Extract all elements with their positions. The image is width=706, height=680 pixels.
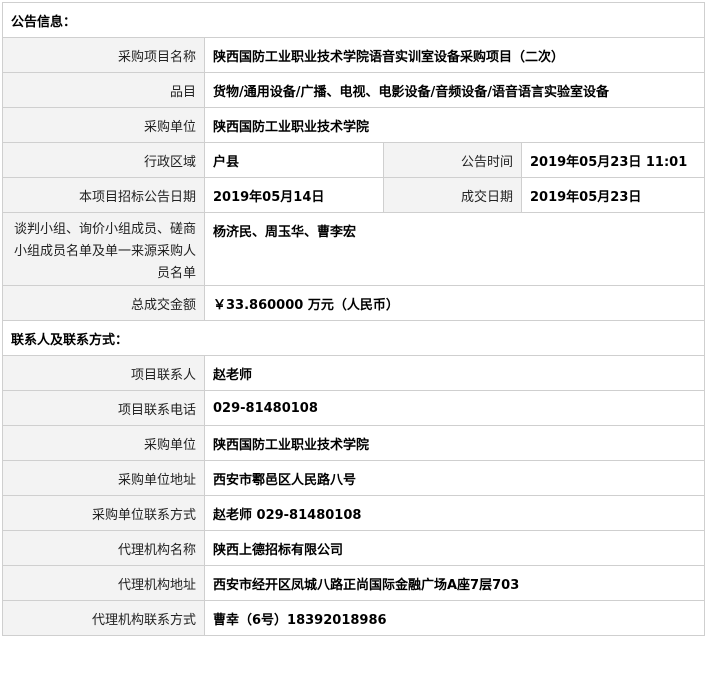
tender-date-value: 2019年05月14日	[204, 177, 384, 213]
project-name-value: 陕西国防工业职业技术学院语音实训室设备采购项目（二次）	[203, 37, 706, 73]
row-agency-address: 代理机构地址 西安市经开区凤城八路正尚国际金融广场A座7层703	[2, 565, 706, 601]
field-label: 公告时间	[383, 142, 522, 178]
field-label: 代理机构名称	[2, 530, 205, 566]
project-phone-value: 029-81480108	[203, 390, 706, 426]
announcement-table: 公告信息： 采购项目名称 陕西国防工业职业技术学院语音实训室设备采购项目（二次）…	[1, 2, 706, 636]
total-amount-value: ￥33.860000 万元（人民币）	[203, 285, 706, 321]
row-purchaser: 采购单位 陕西国防工业职业技术学院	[2, 107, 706, 143]
field-label: 谈判小组、询价小组成员、磋商小组成员名单及单一来源采购人员名单	[2, 212, 205, 286]
field-label: 采购单位地址	[2, 460, 205, 496]
field-label: 采购项目名称	[2, 37, 205, 73]
field-label: 行政区域	[2, 142, 205, 178]
contact-purchaser-value: 陕西国防工业职业技术学院	[203, 425, 706, 461]
field-label: 代理机构联系方式	[2, 600, 205, 636]
row-purchaser-contact: 采购单位联系方式 赵老师 029-81480108	[2, 495, 706, 531]
row-agency-name: 代理机构名称 陕西上德招标有限公司	[2, 530, 706, 566]
agency-address-value: 西安市经开区凤城八路正尚国际金融广场A座7层703	[203, 565, 706, 601]
field-label: 项目联系人	[2, 355, 205, 391]
row-category: 品目 货物/通用设备/广播、电视、电影设备/音频设备/语音语言实验室设备	[2, 72, 706, 108]
row-total-amount: 总成交金额 ￥33.860000 万元（人民币）	[2, 285, 706, 321]
panel-members-value: 杨济民、周玉华、曹李宏	[203, 212, 706, 286]
field-label: 采购单位	[2, 107, 205, 143]
section-header-contact: 联系人及联系方式：	[1, 320, 706, 356]
field-label: 代理机构地址	[2, 565, 205, 601]
agency-contact-value: 曹幸（6号）18392018986	[203, 600, 706, 636]
agency-name-value: 陕西上德招标有限公司	[203, 530, 706, 566]
section-title: 联系人及联系方式：	[1, 320, 706, 356]
row-agency-contact: 代理机构联系方式 曹幸（6号）18392018986	[2, 600, 706, 636]
field-label: 本项目招标公告日期	[2, 177, 205, 213]
field-label: 成交日期	[383, 177, 522, 213]
section-title: 公告信息：	[1, 2, 706, 38]
deal-date-value: 2019年05月23日	[520, 177, 706, 213]
row-project-phone: 项目联系电话 029-81480108	[2, 390, 706, 426]
field-label: 采购单位联系方式	[2, 495, 205, 531]
field-label: 采购单位	[2, 425, 205, 461]
project-contact-value: 赵老师	[203, 355, 706, 391]
category-value: 货物/通用设备/广播、电视、电影设备/音频设备/语音语言实验室设备	[203, 72, 706, 108]
region-value: 户县	[204, 142, 384, 178]
announce-time-value: 2019年05月23日 11:01	[520, 142, 706, 178]
row-purchaser-address: 采购单位地址 西安市鄠邑区人民路八号	[2, 460, 706, 496]
row-panel-members: 谈判小组、询价小组成员、磋商小组成员名单及单一来源采购人员名单 杨济民、周玉华、…	[2, 212, 706, 286]
row-dates: 本项目招标公告日期 2019年05月14日 成交日期 2019年05月23日	[2, 177, 706, 213]
row-region-time: 行政区域 户县 公告时间 2019年05月23日 11:01	[2, 142, 706, 178]
field-label: 品目	[2, 72, 205, 108]
purchaser-contact-value: 赵老师 029-81480108	[203, 495, 706, 531]
row-project-contact: 项目联系人 赵老师	[2, 355, 706, 391]
field-label: 总成交金额	[2, 285, 205, 321]
purchaser-value: 陕西国防工业职业技术学院	[203, 107, 706, 143]
row-contact-purchaser: 采购单位 陕西国防工业职业技术学院	[2, 425, 706, 461]
purchaser-address-value: 西安市鄠邑区人民路八号	[203, 460, 706, 496]
section-header-announcement: 公告信息：	[1, 2, 706, 38]
field-label: 项目联系电话	[2, 390, 205, 426]
row-project-name: 采购项目名称 陕西国防工业职业技术学院语音实训室设备采购项目（二次）	[2, 37, 706, 73]
